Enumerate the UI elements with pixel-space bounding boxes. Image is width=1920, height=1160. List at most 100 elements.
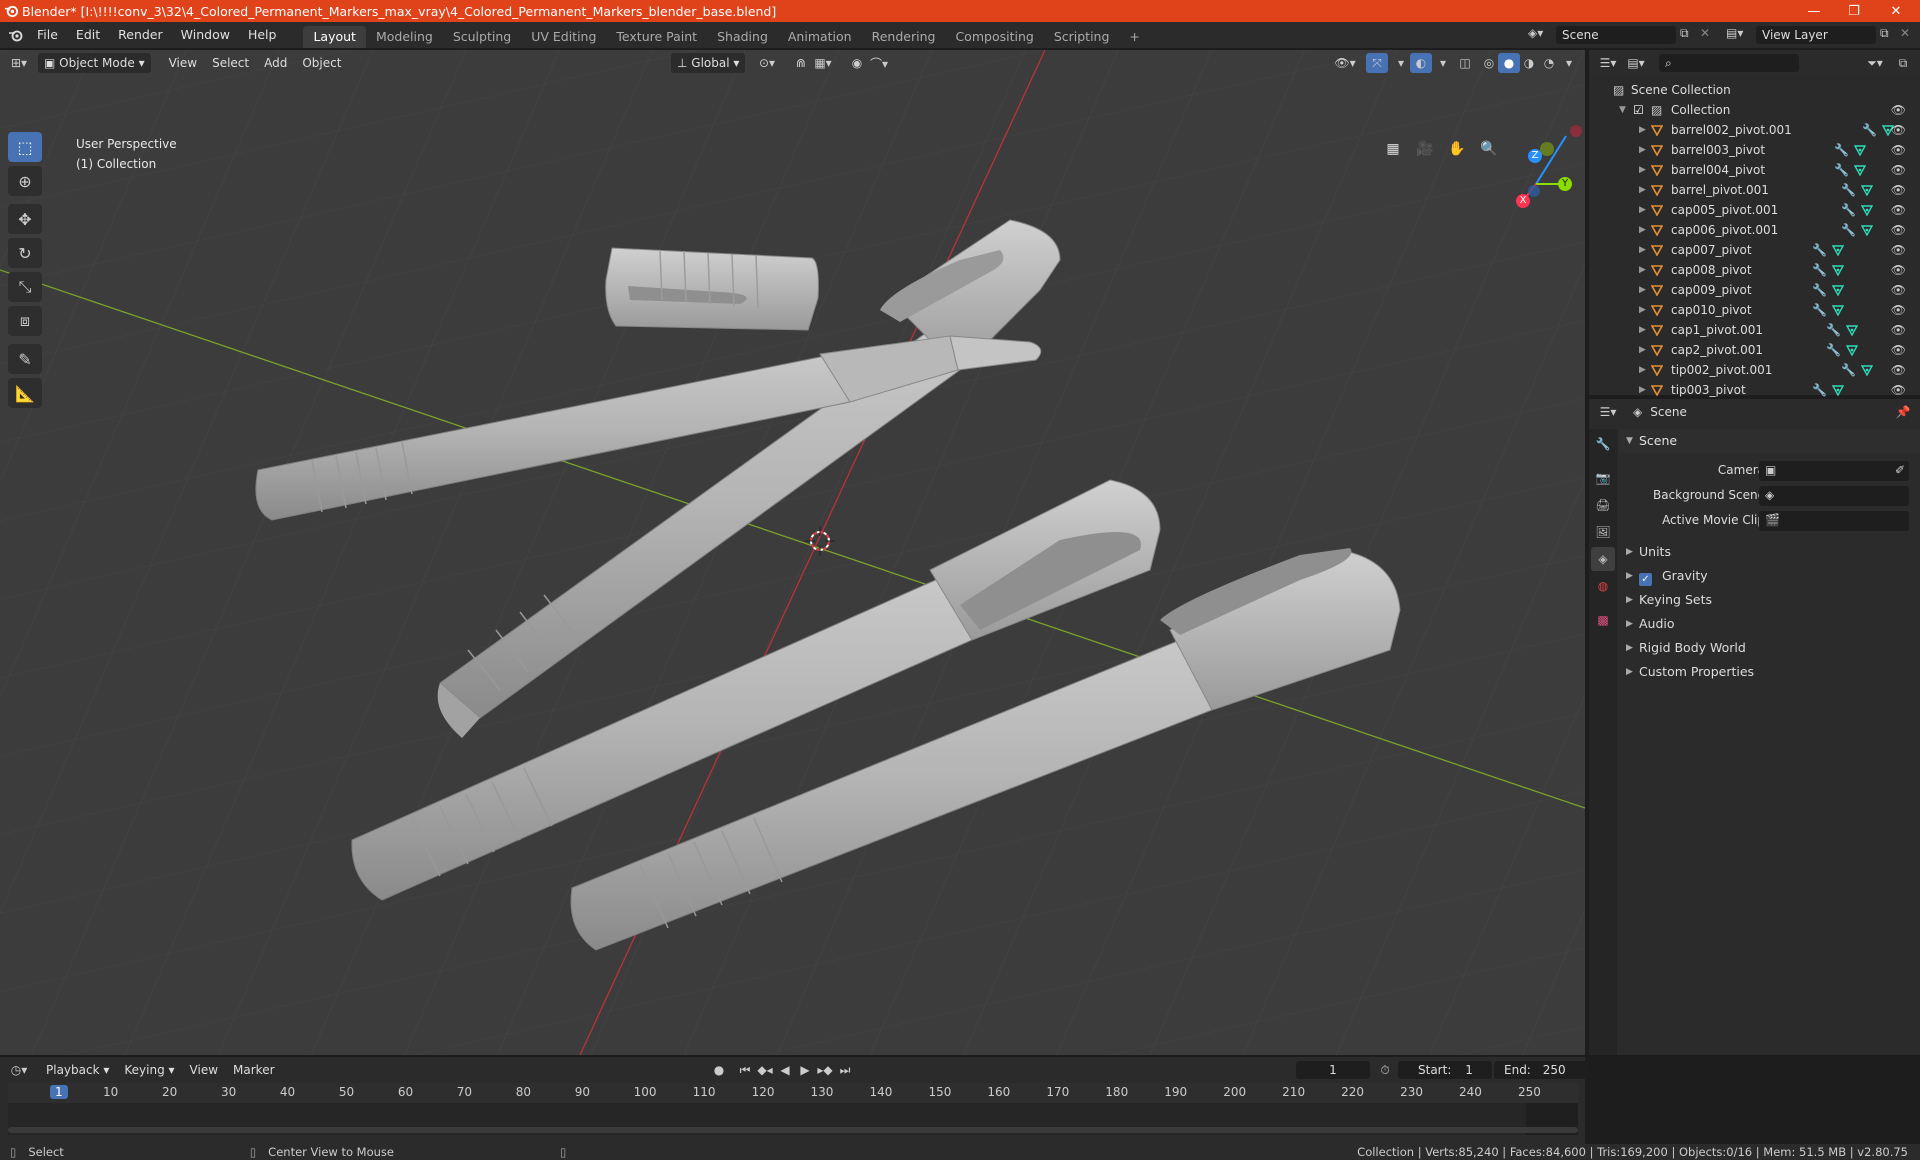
cursor-tool[interactable]: ⊕ xyxy=(8,166,42,196)
camera-view-icon[interactable]: 🎥 xyxy=(1412,136,1438,162)
modifier-wrench-icon[interactable]: 🔧 xyxy=(1862,120,1877,140)
checkbox-icon[interactable]: ☑ xyxy=(1633,100,1644,120)
menu-marker[interactable]: Marker xyxy=(227,1060,280,1080)
snap-icon[interactable]: ⋒ xyxy=(790,53,812,73)
view-layer-selector[interactable]: View Layer xyxy=(1756,26,1876,44)
zoom-view-icon[interactable]: 🔍 xyxy=(1476,136,1502,162)
expand-arrow-icon[interactable]: ▶ xyxy=(1639,240,1646,260)
pin-icon[interactable]: 📌 xyxy=(1892,402,1914,422)
tab-animation[interactable]: Animation xyxy=(778,26,862,48)
outliner-item[interactable]: ▶ cap1_pivot.001 🔧 👁 xyxy=(1589,320,1920,340)
eye-icon[interactable]: 👁 xyxy=(1891,280,1906,300)
eye-icon[interactable]: 👁 xyxy=(1891,240,1906,260)
keying-sets-panel[interactable]: ▶ Keying Sets xyxy=(1619,588,1920,612)
timeline-ruler[interactable]: 1 10 20 30 40 50 60 70 80 90 100 110 120 130 140 150 160… xyxy=(8,1083,1578,1135)
outliner-item[interactable]: ▶ tip002_pivot.001 🔧 👁 xyxy=(1589,360,1920,380)
scene-panel-header[interactable]: ▼ Scene xyxy=(1619,429,1920,453)
mesh-data-icon[interactable] xyxy=(1832,284,1844,296)
modifier-wrench-icon[interactable]: 🔧 xyxy=(1812,380,1827,400)
select-box-tool[interactable]: ⬚ xyxy=(8,132,42,162)
collection-row[interactable]: ▼ ☑ ▨ Collection 👁 xyxy=(1589,100,1920,120)
eye-icon[interactable]: 👁 xyxy=(1891,200,1906,220)
axis-x-label[interactable]: X xyxy=(1516,194,1530,208)
properties-editor-type-icon[interactable]: ☰▾ xyxy=(1597,402,1619,422)
view-layer-browse-icon[interactable]: ▤▾ xyxy=(1726,26,1743,40)
mesh-data-icon[interactable] xyxy=(1832,264,1844,276)
outliner-item[interactable]: ▶ cap009_pivot 🔧 👁 xyxy=(1589,280,1920,300)
mesh-data-icon[interactable] xyxy=(1832,244,1844,256)
record-icon[interactable]: ● xyxy=(708,1060,730,1080)
mesh-data-icon[interactable] xyxy=(1846,324,1858,336)
eye-icon[interactable]: 👁 xyxy=(1891,320,1906,340)
scene-collection-row[interactable]: ▨ Scene Collection xyxy=(1589,80,1920,100)
modifier-wrench-icon[interactable]: 🔧 xyxy=(1841,180,1856,200)
view-layer-tab[interactable]: 🖼 xyxy=(1591,520,1615,544)
tab-uv-editing[interactable]: UV Editing xyxy=(521,26,606,48)
snap-target-icon[interactable]: ▦▾ xyxy=(812,53,834,73)
expand-arrow-icon[interactable]: ▶ xyxy=(1639,120,1646,140)
modifier-wrench-icon[interactable]: 🔧 xyxy=(1841,220,1856,240)
outliner-item[interactable]: ▶ cap006_pivot.001 🔧 👁 xyxy=(1589,220,1920,240)
start-frame-field[interactable]: Start: 1 xyxy=(1398,1061,1492,1079)
scene-browse-icon[interactable]: ◈▾ xyxy=(1528,26,1543,40)
menu-object[interactable]: Object xyxy=(296,53,347,73)
menu-view[interactable]: View xyxy=(163,53,203,73)
modifier-wrench-icon[interactable]: 🔧 xyxy=(1826,340,1841,360)
scale-tool[interactable]: ⤡ xyxy=(8,272,42,302)
expand-arrow-icon[interactable]: ▶ xyxy=(1639,160,1646,180)
eye-icon[interactable]: 👁 xyxy=(1891,380,1906,400)
mesh-data-icon[interactable] xyxy=(1832,384,1844,396)
outliner-item[interactable]: ▶ barrel_pivot.001 🔧 👁 xyxy=(1589,180,1920,200)
tab-compositing[interactable]: Compositing xyxy=(945,26,1043,48)
new-collection-icon[interactable]: ⧉ xyxy=(1892,53,1914,73)
expand-arrow-icon[interactable]: ▶ xyxy=(1639,300,1646,320)
mesh-data-icon[interactable] xyxy=(1854,164,1866,176)
visibility-icon[interactable]: 👁▾ xyxy=(1334,53,1356,73)
play-reverse-icon[interactable]: ◀ xyxy=(774,1060,796,1080)
menu-edit[interactable]: Edit xyxy=(67,22,109,48)
expand-arrow-icon[interactable]: ▶ xyxy=(1639,260,1646,280)
scene-new-icon[interactable]: ⧉ xyxy=(1680,26,1689,41)
world-tab[interactable]: ◍ xyxy=(1591,574,1615,598)
eye-icon[interactable]: 👁 xyxy=(1891,300,1906,320)
eye-icon[interactable]: 👁 xyxy=(1891,100,1906,120)
texture-tab[interactable]: ▩ xyxy=(1591,608,1615,632)
eye-icon[interactable]: 👁 xyxy=(1891,260,1906,280)
add-workspace-button[interactable]: + xyxy=(1119,26,1149,48)
expand-arrow-icon[interactable]: ▶ xyxy=(1639,220,1646,240)
timeline-editor-type-icon[interactable]: ◷▾ xyxy=(8,1060,30,1080)
gizmo-menu-icon[interactable]: ▾ xyxy=(1390,53,1412,73)
jump-keyframe-back-icon[interactable]: ◆◂ xyxy=(754,1060,776,1080)
modifier-wrench-icon[interactable]: 🔧 xyxy=(1812,260,1827,280)
jump-end-icon[interactable]: ⏭ xyxy=(834,1060,856,1080)
modifier-wrench-icon[interactable]: 🔧 xyxy=(1812,240,1827,260)
eye-icon[interactable]: 👁 xyxy=(1891,220,1906,240)
outliner-search-input[interactable]: ⌕ xyxy=(1659,54,1799,72)
menu-add[interactable]: Add xyxy=(258,53,293,73)
shading-menu-icon[interactable]: ▾ xyxy=(1558,53,1580,73)
scene-selector[interactable]: Scene xyxy=(1556,26,1676,44)
tab-modeling[interactable]: Modeling xyxy=(366,26,443,48)
transform-tool[interactable]: ⧈ xyxy=(8,306,42,336)
tab-layout[interactable]: Layout xyxy=(303,26,366,48)
close-button[interactable]: ✕ xyxy=(1876,0,1916,22)
mesh-data-icon[interactable] xyxy=(1846,344,1858,356)
active-movie-clip-field[interactable]: 🎬 xyxy=(1759,511,1909,531)
modifier-wrench-icon[interactable]: 🔧 xyxy=(1826,320,1841,340)
rigid-body-world-panel[interactable]: ▶ Rigid Body World xyxy=(1619,636,1920,660)
axis-z-label[interactable]: Z xyxy=(1528,149,1542,163)
proportional-falloff-icon[interactable]: ⌒▾ xyxy=(868,53,890,73)
end-frame-field[interactable]: End: 250 xyxy=(1494,1061,1588,1079)
tab-texture-paint[interactable]: Texture Paint xyxy=(606,26,707,48)
eye-icon[interactable]: 👁 xyxy=(1891,120,1906,140)
play-icon[interactable]: ▶ xyxy=(794,1060,816,1080)
pivot-icon[interactable]: ⊙▾ xyxy=(756,53,778,73)
view-layer-new-icon[interactable]: ⧉ xyxy=(1880,26,1889,41)
scene-remove-icon[interactable]: ✕ xyxy=(1700,26,1710,40)
jump-keyframe-forward-icon[interactable]: ▸◆ xyxy=(814,1060,836,1080)
annotate-tool[interactable]: ✎ xyxy=(8,344,42,374)
rotate-tool[interactable]: ↻ xyxy=(8,238,42,268)
minimize-button[interactable]: — xyxy=(1794,0,1834,22)
mesh-data-icon[interactable] xyxy=(1861,204,1873,216)
tab-shading[interactable]: Shading xyxy=(707,26,778,48)
